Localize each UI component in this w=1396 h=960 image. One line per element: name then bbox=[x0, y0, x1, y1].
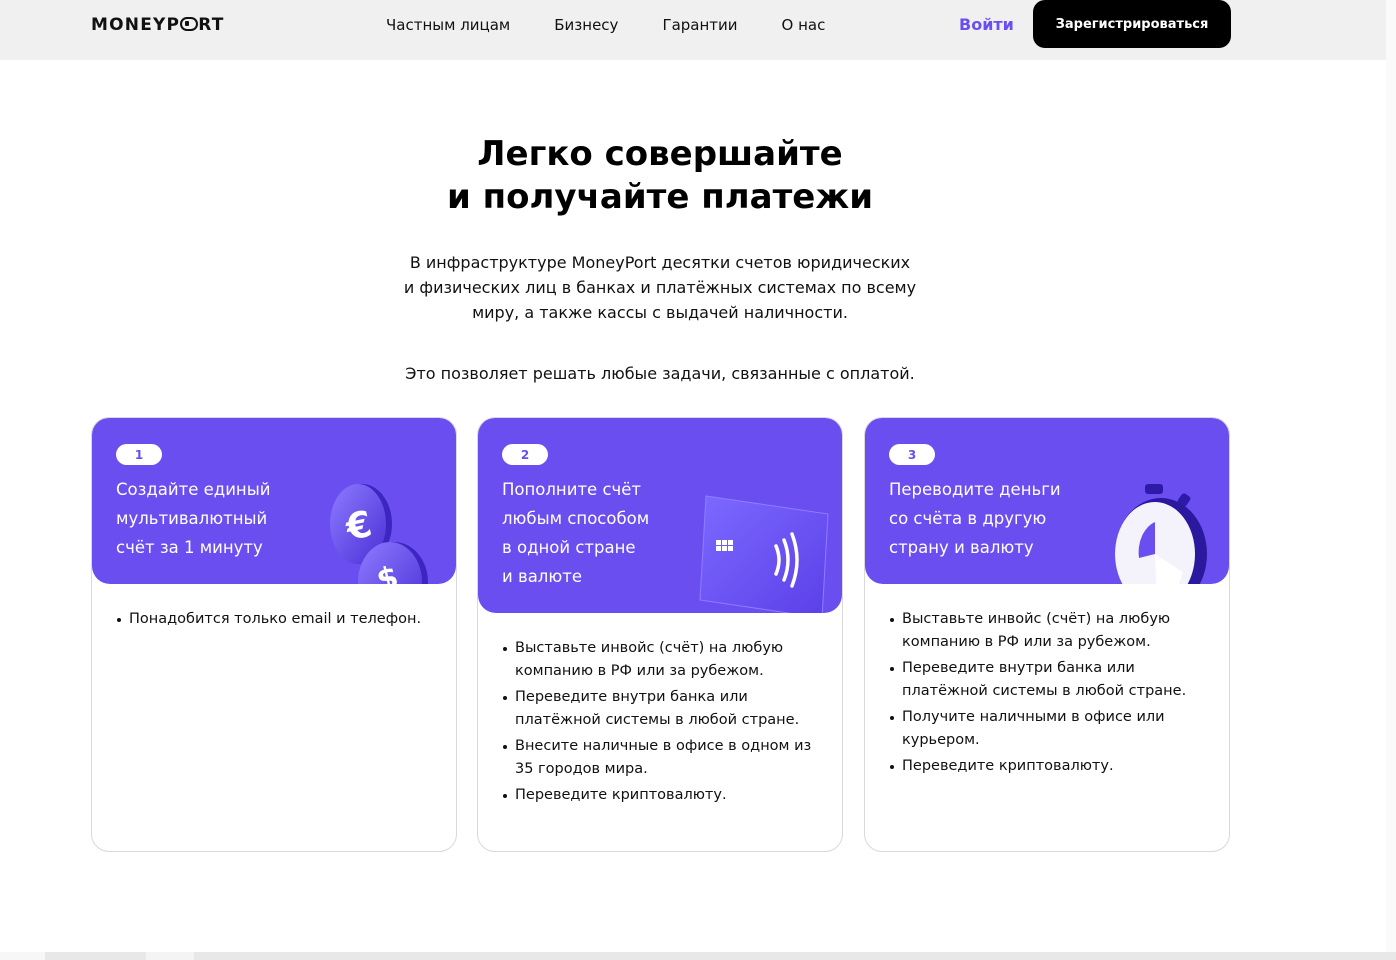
step-card-title-line: страну и валюту bbox=[889, 538, 1034, 557]
step-card-title: Создайте единый мультивалютный счёт за 1… bbox=[116, 475, 326, 562]
step-card-title: Пополните счёт любым способом в одной ст… bbox=[502, 475, 712, 591]
step-card-title-line: Создайте единый bbox=[116, 480, 271, 499]
list-item: Выставьте инвойс (счёт) на любую компани… bbox=[889, 608, 1209, 653]
step-card-header: 1 Создайте единый мультивалютный счёт за… bbox=[92, 418, 456, 584]
register-button[interactable]: Зарегистрироваться bbox=[1033, 0, 1231, 48]
hero-description-line1: В инфраструктуре MoneyPort десятки счето… bbox=[409, 253, 911, 272]
step-card-header: 2 Пополните счёт любым способом в одной … bbox=[478, 418, 842, 613]
nav-item-about[interactable]: О нас bbox=[782, 0, 826, 50]
logo-text: MONEYP RT bbox=[91, 15, 225, 35]
scrollbar-thumb[interactable] bbox=[146, 952, 194, 960]
main-nav: Частным лицам Бизнесу Гарантии О нас bbox=[386, 0, 869, 50]
step-card-title-line: мультивалютный bbox=[116, 509, 268, 528]
list-item: Переведите внутри банка или платёжной си… bbox=[502, 686, 822, 731]
nav-item-business[interactable]: Бизнесу bbox=[554, 0, 618, 50]
step-card-title-line: со счёта в другую bbox=[889, 509, 1047, 528]
step-card-list: Выставьте инвойс (счёт) на любую компани… bbox=[889, 608, 1209, 782]
list-item: Переведите криптовалюту. bbox=[889, 755, 1209, 778]
card-icon bbox=[699, 495, 829, 613]
step-card-title-line: любым способом bbox=[502, 509, 650, 528]
hero-description-line2: и физических лиц в банках и платёжных си… bbox=[403, 278, 917, 297]
page-title-line2: и получайте платежи bbox=[446, 177, 874, 217]
coins-icon: € $ bbox=[330, 484, 428, 584]
logo[interactable]: MONEYP RT bbox=[91, 14, 225, 36]
nav-item-guarantees[interactable]: Гарантии bbox=[662, 0, 737, 50]
hero-description: В инфраструктуре MoneyPort десятки счето… bbox=[380, 250, 940, 325]
step-card-title-line: в одной стране bbox=[502, 538, 636, 557]
step-card-title-line: Переводите деньги bbox=[889, 480, 1061, 499]
step-number-badge: 2 bbox=[502, 444, 548, 465]
step-card-list: Выставьте инвойс (счёт) на любую компани… bbox=[502, 637, 822, 811]
list-item: Получите наличными в офисе или курьером. bbox=[889, 706, 1209, 751]
vertical-scrollbar[interactable] bbox=[1386, 0, 1396, 952]
step-card-title-line: Пополните счёт bbox=[502, 480, 642, 499]
list-item: Внесите наличные в офисе в одном из 35 г… bbox=[502, 735, 822, 780]
step-card-header: 3 Переводите деньги со счёта в другую ст… bbox=[865, 418, 1229, 584]
step-card-1: 1 Создайте единый мультивалютный счёт за… bbox=[91, 417, 457, 852]
step-number-badge: 3 bbox=[889, 444, 935, 465]
list-item: Понадобится только email и телефон. bbox=[116, 608, 436, 631]
page-title-line1: Легко совершайте bbox=[477, 134, 843, 174]
scrollbar-segment bbox=[0, 952, 45, 960]
site-header: MONEYP RT Частным лицам Бизнесу Гарантии … bbox=[0, 0, 1396, 60]
logo-o-icon bbox=[180, 17, 199, 31]
list-item: Выставьте инвойс (счёт) на любую компани… bbox=[502, 637, 822, 682]
horizontal-scrollbar[interactable] bbox=[0, 952, 1396, 960]
step-card-title-line: счёт за 1 минуту bbox=[116, 538, 263, 557]
list-item: Переведите внутри банка или платёжной си… bbox=[889, 657, 1209, 702]
page-title: Легко совершайте и получайте платежи bbox=[360, 133, 960, 219]
hero-description-line3: миру, а также кассы с выдачей наличности… bbox=[472, 303, 848, 322]
step-card-list: Понадобится только email и телефон. bbox=[116, 608, 436, 635]
step-card-2: 2 Пополните счёт любым способом в одной … bbox=[477, 417, 843, 852]
step-card-title-line: и валюте bbox=[502, 567, 583, 586]
stopwatch-icon bbox=[1115, 484, 1207, 584]
nav-item-private[interactable]: Частным лицам bbox=[386, 0, 510, 50]
hero-subtext: Это позволяет решать любые задачи, связа… bbox=[405, 364, 915, 383]
step-card-3: 3 Переводите деньги со счёта в другую ст… bbox=[864, 417, 1230, 852]
login-link[interactable]: Войти bbox=[959, 0, 1014, 50]
list-item: Переведите криптовалюту. bbox=[502, 784, 822, 807]
step-card-title: Переводите деньги со счёта в другую стра… bbox=[889, 475, 1099, 562]
step-number-badge: 1 bbox=[116, 444, 162, 465]
